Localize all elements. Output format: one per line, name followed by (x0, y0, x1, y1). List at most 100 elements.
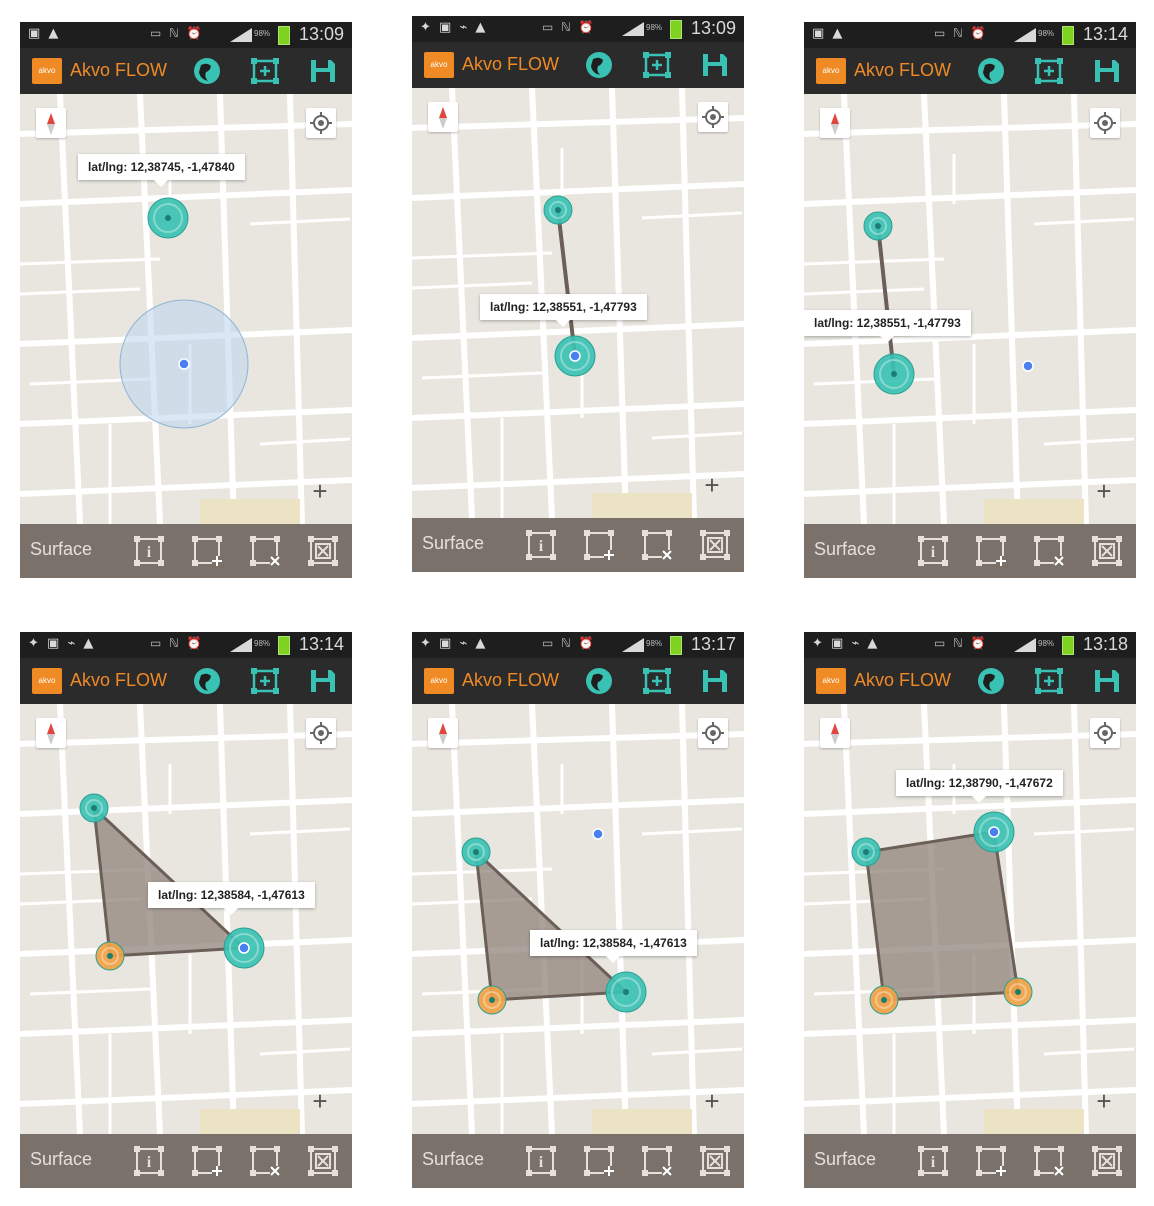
add-point-icon[interactable] (1034, 57, 1064, 85)
zoom-in-button[interactable]: + (694, 1084, 730, 1120)
map-canvas[interactable] (412, 704, 744, 1134)
my-location-icon[interactable] (306, 108, 336, 138)
compass-icon[interactable] (428, 102, 458, 132)
compass-icon[interactable] (428, 718, 458, 748)
battery-percent: 98% (646, 639, 663, 648)
globe-icon[interactable] (192, 57, 222, 85)
add-vertex-icon[interactable] (190, 534, 224, 568)
add-vertex-icon[interactable] (974, 534, 1008, 568)
map-canvas[interactable] (804, 704, 1136, 1134)
clear-shape-icon[interactable] (1090, 1144, 1124, 1178)
clear-shape-icon[interactable] (306, 534, 340, 568)
delete-vertex-icon[interactable] (1032, 534, 1066, 568)
battery-percent: 98% (254, 29, 271, 38)
compass-needle (439, 723, 447, 745)
delete-vertex-icon[interactable] (640, 528, 674, 562)
info-shape-icon[interactable]: i (916, 534, 950, 568)
map-view[interactable]: lat/lng: 12,38790, -1,47672 + (804, 704, 1136, 1134)
status-bar: ▣ ▲ ▭ ℕ ⏰ 98% 13:09 (20, 22, 352, 48)
map-view[interactable]: lat/lng: 12,38551, -1,47793 + (804, 94, 1136, 524)
phone-screen: ✦ ▣ ⌁ ▲ ▭ ℕ ⏰ 98% 13:18 akvo Akvo FLOW lat/lng… (804, 632, 1136, 1188)
battery-icon (278, 26, 290, 45)
add-point-icon[interactable] (250, 667, 280, 695)
add-point-icon[interactable] (1034, 667, 1064, 695)
sand-area (200, 1109, 300, 1134)
map-view[interactable]: lat/lng: 12,38551, -1,47793 + (412, 88, 744, 518)
clear-shape-icon[interactable] (306, 1144, 340, 1178)
info-shape-icon[interactable]: i (524, 528, 558, 562)
action-bar: akvo Akvo FLOW (412, 42, 744, 88)
add-point-icon[interactable] (642, 667, 672, 695)
globe-icon[interactable] (584, 51, 614, 79)
battery-percent: 98% (1038, 639, 1055, 648)
compass-icon[interactable] (820, 108, 850, 138)
add-vertex-icon[interactable] (582, 528, 616, 562)
clear-shape-icon[interactable] (698, 1144, 732, 1178)
globe-icon[interactable] (584, 667, 614, 695)
my-location-icon[interactable] (1090, 718, 1120, 748)
bottom-toolbar: Surface i (20, 1134, 352, 1188)
save-icon[interactable] (700, 51, 730, 79)
bottom-toolbar: Surface i (20, 524, 352, 578)
signal-icon (1014, 28, 1036, 42)
add-point-icon[interactable] (250, 57, 280, 85)
compass-icon[interactable] (36, 108, 66, 138)
add-vertex-icon[interactable] (582, 1144, 616, 1178)
compass-needle (47, 723, 55, 745)
clock-time: 13:14 (298, 634, 344, 654)
marker-center (473, 849, 479, 855)
zoom-in-button[interactable]: + (1086, 1084, 1122, 1120)
map-canvas[interactable] (20, 704, 352, 1134)
info-shape-icon[interactable]: i (916, 1144, 950, 1178)
clear-shape-icon[interactable] (1090, 534, 1124, 568)
clear-shape-icon[interactable] (698, 528, 732, 562)
status-left-icons: ▣ ▲ (812, 26, 845, 41)
info-shape-icon[interactable]: i (524, 1144, 558, 1178)
my-location-icon[interactable] (698, 718, 728, 748)
globe-icon[interactable] (192, 667, 222, 695)
my-location-icon[interactable] (306, 718, 336, 748)
my-location-icon[interactable] (698, 102, 728, 132)
my-location-icon[interactable] (1090, 108, 1120, 138)
add-vertex-icon[interactable] (974, 1144, 1008, 1178)
add-point-icon[interactable] (642, 51, 672, 79)
add-vertex-icon[interactable] (190, 1144, 224, 1178)
map-canvas[interactable] (804, 94, 1136, 524)
signal-icon (622, 22, 644, 36)
save-icon[interactable] (1092, 57, 1122, 85)
map-view[interactable]: lat/lng: 12,38584, -1,47613 + (20, 704, 352, 1134)
crosshair (310, 722, 332, 744)
delete-vertex-icon[interactable] (248, 1144, 282, 1178)
marker-center (555, 207, 561, 213)
compass-needle (831, 113, 839, 135)
globe-icon[interactable] (976, 57, 1006, 85)
status-right-icons: ▭ ℕ ⏰ (150, 26, 204, 40)
delete-vertex-icon[interactable] (248, 534, 282, 568)
save-icon[interactable] (1092, 667, 1122, 695)
save-icon[interactable] (308, 667, 338, 695)
globe-icon[interactable] (976, 667, 1006, 695)
map-view[interactable]: lat/lng: 12,38584, -1,47613 + (412, 704, 744, 1134)
zoom-in-button[interactable]: + (302, 474, 338, 510)
zoom-in-button[interactable]: + (302, 1084, 338, 1120)
save-icon[interactable] (700, 667, 730, 695)
zoom-in-button[interactable]: + (694, 468, 730, 504)
compass-needle (439, 107, 447, 129)
clock-time: 13:17 (690, 634, 736, 654)
save-icon[interactable] (308, 57, 338, 85)
current-location-dot (988, 826, 1000, 838)
info-shape-icon[interactable]: i (132, 534, 166, 568)
zoom-in-button[interactable]: + (1086, 474, 1122, 510)
app-title: Akvo FLOW (70, 670, 168, 690)
app-title: Akvo FLOW (462, 670, 560, 690)
compass-icon[interactable] (820, 718, 850, 748)
status-left-icons: ✦ ▣ ⌁ ▲ (812, 636, 880, 651)
marker-center (623, 989, 629, 995)
delete-vertex-icon[interactable] (640, 1144, 674, 1178)
action-bar: akvo Akvo FLOW (20, 658, 352, 704)
compass-icon[interactable] (36, 718, 66, 748)
map-view[interactable]: lat/lng: 12,38745, -1,47840 + (20, 94, 352, 524)
info-shape-icon[interactable]: i (132, 1144, 166, 1178)
svg-text:i: i (539, 538, 544, 555)
delete-vertex-icon[interactable] (1032, 1144, 1066, 1178)
